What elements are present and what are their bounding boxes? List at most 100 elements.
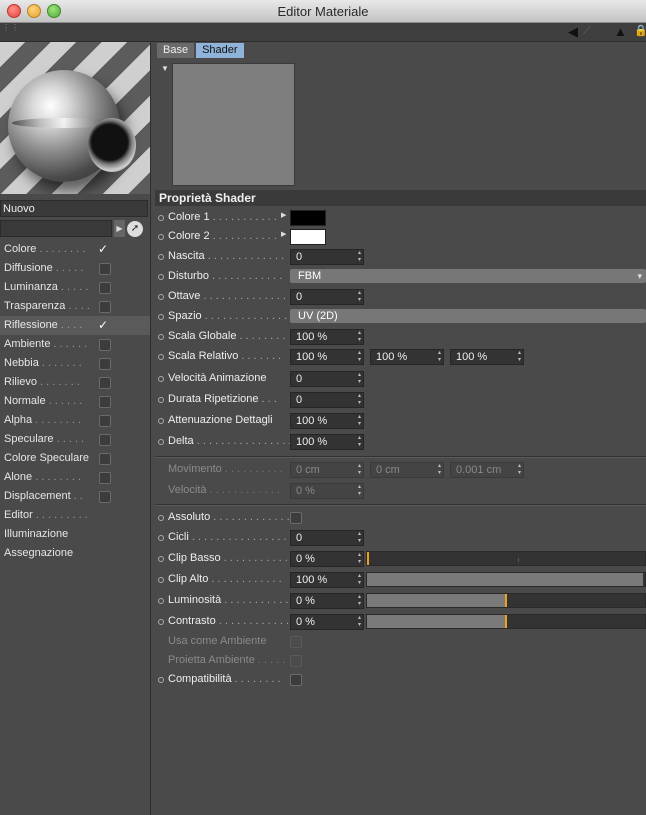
channel-item[interactable]: Displacement . . [0,487,150,506]
pointer-icon[interactable]: ➚ [127,221,143,237]
animate-dot-icon[interactable] [158,254,164,260]
luminosita-slider[interactable] [366,593,646,608]
label-text: Nascita [168,250,205,262]
animate-dot-icon[interactable] [158,294,164,300]
animate-dot-icon[interactable] [158,556,164,562]
animate-dot-icon[interactable] [158,354,164,360]
tab-base[interactable]: Base [157,43,195,58]
movimento-z-stepper[interactable]: 0.001 cm [450,462,524,478]
delta-stepper[interactable]: 100 % [290,434,364,450]
nascita-stepper[interactable]: 0 [290,249,364,265]
animate-dot-icon[interactable] [158,535,164,541]
channel-item[interactable]: Diffusione . . . . . [0,259,150,278]
animate-dot-icon[interactable] [158,234,164,240]
animate-dot-icon[interactable] [158,314,164,320]
tab-shader[interactable]: Shader [196,43,244,58]
channel-checkbox[interactable] [99,377,111,389]
channel-checkbox[interactable] [99,472,111,484]
channel-item[interactable]: Assegnazione [0,544,150,563]
channel-item[interactable]: Rilievo . . . . . . . [0,373,150,392]
label-dots: . . . . . . . . . . . . [208,573,282,585]
proietta-ambiente-checkbox[interactable] [290,655,302,667]
movimento-y-stepper[interactable]: 0 cm [370,462,444,478]
slider-marker[interactable] [505,594,507,607]
animate-dot-icon[interactable] [158,439,164,445]
animate-dot-icon[interactable] [158,677,164,683]
movimento-x-stepper[interactable]: 0 cm [290,462,364,478]
cicli-stepper[interactable]: 0 [290,530,364,546]
channel-checkbox[interactable] [99,263,111,275]
channel-checkbox[interactable] [99,434,111,446]
channel-item[interactable]: Nebbia . . . . . . . [0,354,150,373]
channel-checkbox[interactable] [99,396,111,408]
disturbo-dropdown[interactable]: FBM [290,269,646,283]
assoluto-checkbox[interactable] [290,512,302,524]
clip-basso-stepper[interactable]: 0 % [290,551,364,567]
animate-dot-icon[interactable] [158,577,164,583]
scala-relativo-x-stepper[interactable]: 100 % [290,349,364,365]
channel-checkbox[interactable] [99,358,111,370]
channel-checkbox[interactable] [99,301,111,313]
channel-item[interactable]: Editor . . . . . . . . . [0,506,150,525]
animate-dot-icon[interactable] [158,418,164,424]
scala-globale-stepper[interactable]: 100 % [290,329,364,345]
material-preview[interactable] [0,42,150,194]
chevron-right-icon[interactable]: ▶ [114,220,125,237]
arrow-up-icon[interactable]: ▲ [614,24,627,39]
channel-item[interactable]: Illuminazione [0,525,150,544]
scala-relativo-z-stepper[interactable]: 100 % [450,349,524,365]
clip-basso-slider[interactable] [366,551,646,566]
animate-dot-icon[interactable] [158,215,164,221]
checkmark-icon[interactable]: ✓ [98,240,108,256]
slider-marker[interactable] [505,615,507,628]
contrasto-slider[interactable] [366,614,646,629]
arrow-left-icon[interactable]: ◀ [568,24,578,40]
channel-item[interactable]: Alpha . . . . . . . . [0,411,150,430]
channel-checkbox[interactable] [99,339,111,351]
triangle-right-icon[interactable]: ▶ [281,230,286,238]
clip-alto-slider[interactable] [366,572,646,587]
color-swatch-1[interactable] [290,210,326,226]
attenuazione-dettagli-stepper[interactable]: 100 % [290,413,364,429]
material-filter-field[interactable] [0,220,112,237]
spazio-dropdown[interactable]: UV (2D) [290,309,646,323]
channel-checkbox[interactable] [99,282,111,294]
velocita-stepper[interactable]: 0 % [290,483,364,499]
animate-dot-icon[interactable] [158,619,164,625]
clip-alto-stepper[interactable]: 100 % [290,572,364,588]
channel-item[interactable]: Ambiente . . . . . . [0,335,150,354]
scala-relativo-y-stepper[interactable]: 100 % [370,349,444,365]
channel-item[interactable]: Colore . . . . . . . . ✓ [0,240,150,259]
channel-item[interactable]: Trasparenza . . . . [0,297,150,316]
triangle-right-icon[interactable]: ▶ [281,211,286,219]
channel-checkbox[interactable] [99,491,111,503]
luminosita-stepper[interactable]: 0 % [290,593,364,609]
color-swatch-2[interactable] [290,229,326,245]
animate-dot-icon[interactable] [158,376,164,382]
animate-dot-icon[interactable] [158,515,164,521]
durata-ripetizione-stepper[interactable]: 0 [290,392,364,408]
material-name-field[interactable]: Nuovo [0,200,148,217]
animate-dot-icon[interactable] [158,334,164,340]
channel-item[interactable]: Riflessione . . . . ✓ [0,316,150,335]
compatibilita-checkbox[interactable] [290,674,302,686]
ottave-stepper[interactable]: 0 [290,289,364,305]
channel-item[interactable]: Luminanza . . . . . [0,278,150,297]
grip-icon[interactable]: ⋮⋮ [2,24,19,38]
animate-dot-icon[interactable] [158,274,164,280]
velocita-animazione-stepper[interactable]: 0 [290,371,364,387]
slider-marker[interactable] [367,552,369,565]
triangle-down-icon[interactable]: ▼ [161,64,169,73]
usa-come-ambiente-checkbox[interactable] [290,636,302,648]
channel-item[interactable]: Colore Speculare [0,449,150,468]
channel-item[interactable]: Alone . . . . . . . . [0,468,150,487]
channel-item[interactable]: Speculare . . . . . [0,430,150,449]
contrasto-stepper[interactable]: 0 % [290,614,364,630]
channel-checkbox[interactable] [99,415,111,427]
checkmark-icon[interactable]: ✓ [98,316,108,332]
lock-icon[interactable]: 🔒 [634,24,646,37]
channel-item[interactable]: Normale . . . . . . [0,392,150,411]
channel-checkbox[interactable] [99,453,111,465]
animate-dot-icon[interactable] [158,598,164,604]
animate-dot-icon[interactable] [158,397,164,403]
